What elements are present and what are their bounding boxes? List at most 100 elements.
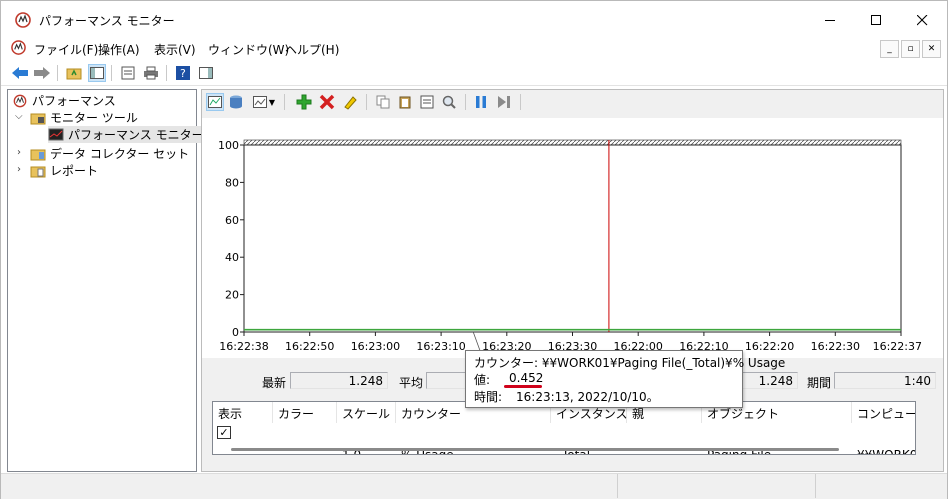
column-header-computer[interactable]: コンピューター [852,402,915,423]
up-folder-button[interactable] [65,64,83,82]
minimize-button[interactable] [807,1,853,39]
toolbar-separator [57,65,58,81]
perfmon-app-icon [15,12,31,28]
print-button[interactable] [142,64,160,82]
forward-button[interactable] [33,64,51,82]
y-tick-label: 100 [218,139,239,152]
toolbar-separator [520,94,521,110]
duration-label: 期間 [807,376,832,390]
properties-button[interactable] [119,64,137,82]
x-tick-label: 16:23:00 [351,340,400,353]
chevron-down-icon[interactable]: ⌵ [15,111,23,122]
highlight-button[interactable] [341,93,359,111]
tree-node-data-collector-sets[interactable]: データ コレクター セット [30,145,189,162]
svg-text:?: ? [180,67,186,80]
delete-x-icon [319,94,335,110]
status-cell [617,474,816,498]
update-data-button[interactable] [495,93,513,111]
table-row[interactable]: ✓ 1.0 % Usage _Total --- Paging File ¥¥W… [213,424,915,454]
chart-area[interactable]: 100 80 60 40 20 0 16:22:38 16:22:50 16:23:00 16:2… [202,118,943,358]
menu-window[interactable]: ウィンドウ(W) [208,41,289,58]
maximize-button[interactable] [853,1,899,39]
paste-counter-list-button[interactable] [396,93,414,111]
x-tick-label: 16:22:37 [873,340,922,353]
close-button[interactable] [899,1,945,39]
tree-node-monitor-tools[interactable]: モニター ツール [30,109,138,126]
view-log-data-button[interactable] [227,93,245,111]
tree-node-performance[interactable]: パフォーマンス [12,92,116,109]
action-pane-icon [199,67,213,79]
y-tick-label: 40 [225,251,239,264]
tree-label: パフォーマンス [32,94,116,108]
toolbar-separator [465,94,466,110]
y-tick-label: 20 [225,289,239,302]
change-graph-type-button[interactable]: ▼ [250,93,278,111]
arrow-left-icon [12,67,28,79]
properties-button[interactable] [418,93,436,111]
paste-icon [399,96,411,109]
view-current-activity-button[interactable] [206,93,224,111]
y-tick-label: 60 [225,214,239,227]
horizontal-scrollbar[interactable] [231,448,839,451]
chevron-right-icon[interactable]: › [17,164,21,175]
plot-frame [243,144,902,333]
folder-tools-icon [30,113,46,124]
x-tick-label: 16:23:10 [416,340,465,353]
column-header-show[interactable]: 表示 [213,402,273,423]
help-button[interactable]: ? [174,64,192,82]
x-tick-label: 16:22:50 [285,340,334,353]
duration-value: 1:40 [834,372,936,389]
toolbar-separator [166,65,167,81]
tree-node-performance-monitor[interactable]: パフォーマンス モニター [48,126,208,143]
last-value: 1.248 [290,372,388,389]
app-window: パフォーマンス モニター ファイル(F) 操作(A) 表示(V) ウィンドウ(W… [0,0,948,499]
back-button[interactable] [11,64,29,82]
line-chart: 100 80 60 40 20 016:22:38 16:22:50 16:23:00 16:2… [218,139,922,355]
mdi-close-button[interactable]: ✕ [922,40,941,58]
zoom-button[interactable] [440,93,458,111]
y-tick-label: 80 [225,176,239,189]
menu-view[interactable]: 表示(V) [154,41,196,58]
graph-type-icon [252,96,267,108]
computer-cell: ¥¥WORK01 [857,448,915,455]
toolbar-separator [284,94,285,110]
chevron-right-icon[interactable]: › [17,147,21,158]
column-header-color[interactable]: カラー [273,402,337,423]
copy-properties-button[interactable] [374,93,392,111]
tree-node-reports[interactable]: レポート [30,162,98,179]
highlighter-icon [344,96,357,110]
perfmon-menu-icon[interactable] [11,40,26,55]
tree-label: レポート [50,164,99,178]
show-checkbox[interactable]: ✓ [217,426,231,439]
show-action-pane-button[interactable] [197,64,215,82]
toolbar-separator [111,65,112,81]
tooltip-value: 0.452 [509,371,544,385]
help-icon: ? [176,66,190,80]
toolbar-separator [366,94,367,110]
menu-bar: ファイル(F) 操作(A) 表示(V) ウィンドウ(W) ヘルプ(H) _ ▫ … [1,39,947,59]
add-counter-button[interactable] [295,93,313,111]
menu-action[interactable]: 操作(A) [98,41,140,58]
performance-monitor-pane: ▼ 100 80 60 40 20 0 16:22:38 16:22:50 16… [201,89,944,472]
menu-file[interactable]: ファイル(F) [34,41,98,58]
printer-icon [144,66,158,80]
mdi-restore-button[interactable]: ▫ [901,40,920,58]
chart-view-icon [208,96,222,108]
title-bar: パフォーマンス モニター [1,1,947,39]
mdi-controls: _ ▫ ✕ [878,40,941,58]
delete-counter-button[interactable] [318,93,336,111]
tree-label: モニター ツール [50,111,138,125]
average-label: 平均 [399,376,424,390]
pause-icon [476,96,486,108]
console-tree-icon [90,67,104,79]
show-hide-tree-button[interactable] [88,64,106,82]
tooltip-time: 16:23:13, 2022/10/10。 [516,390,659,404]
dropdown-arrow-icon: ▼ [268,97,276,107]
tooltip-value-label: 値: [474,373,491,387]
status-bar [1,473,947,499]
menu-help[interactable]: ヘルプ(H) [285,41,339,58]
freeze-display-button[interactable] [472,93,490,111]
last-label: 最新 [262,376,287,390]
column-header-scale[interactable]: スケール [337,402,396,423]
mdi-minimize-button[interactable]: _ [880,40,899,58]
